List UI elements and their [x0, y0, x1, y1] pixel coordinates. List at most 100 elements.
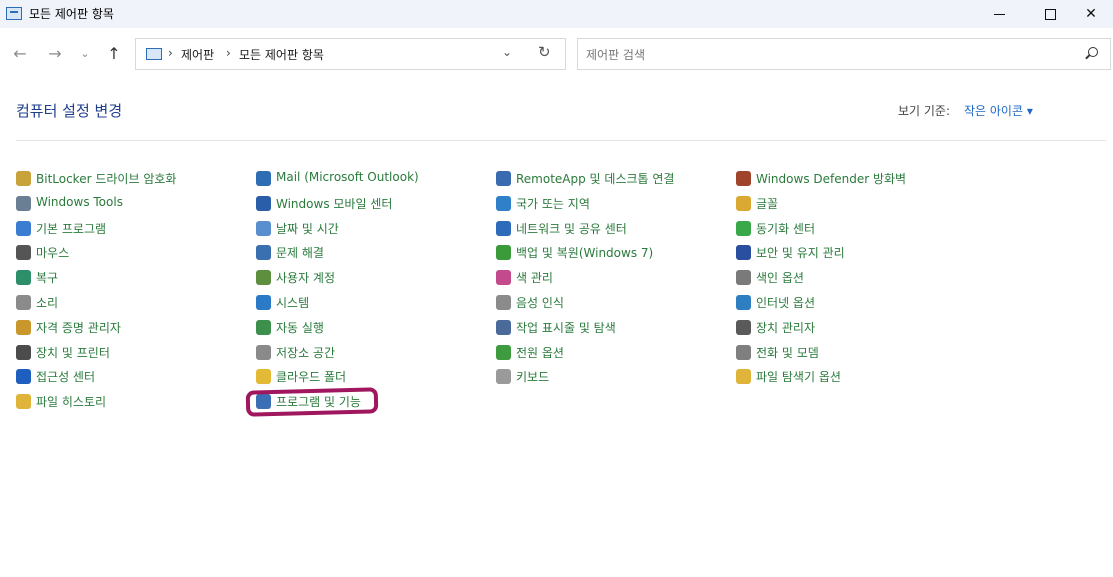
page-title: 컴퓨터 설정 변경: [16, 102, 123, 120]
item-label: Mail (Microsoft Outlook): [276, 170, 419, 184]
recent-locations-button[interactable]: ⌄: [76, 40, 94, 68]
refresh-button[interactable]: ↻: [538, 43, 551, 61]
item-label: 접근성 센터: [36, 370, 96, 385]
power-options-icon: [496, 344, 511, 360]
item-label: 키보드: [516, 370, 550, 385]
recovery-icon: [16, 270, 31, 286]
view-by-label: 보기 기준:: [898, 104, 951, 118]
taskbar-navigation-icon: [496, 319, 511, 335]
highlight-annotation: [245, 387, 379, 417]
search-icon[interactable]: [1088, 47, 1098, 57]
item-label: Windows 모바일 센터: [276, 196, 393, 211]
phone-modem-icon: [736, 344, 751, 360]
devices-printers-icon: [16, 344, 31, 360]
mouse-icon: [16, 245, 31, 261]
up-button[interactable]: ↑: [103, 40, 125, 68]
autoplay-icon: [256, 319, 271, 335]
internet-options-icon: [736, 294, 751, 310]
item-label: 시스템: [276, 295, 310, 310]
breadcrumb-control-panel[interactable]: 제어판: [181, 46, 214, 63]
item-label: BitLocker 드라이브 암호화: [36, 172, 177, 186]
item-label: 복구: [36, 271, 59, 286]
item-label: 인터넷 옵션: [756, 295, 816, 310]
breadcrumb-separator: ›: [168, 46, 173, 60]
sound-icon: [16, 294, 31, 310]
maximize-icon: [1045, 9, 1056, 20]
keyboard-icon: [496, 369, 511, 385]
troubleshooting-icon: [256, 245, 271, 261]
item-label: 자동 실행: [276, 320, 324, 335]
item-label: 백업 및 복원(Windows 7): [516, 246, 654, 261]
item-label: 글꼴: [756, 196, 779, 211]
item-label: 작업 표시줄 및 탐색: [516, 320, 616, 335]
item-label: 장치 관리자: [756, 320, 816, 335]
credential-manager-icon: [16, 319, 31, 335]
header-divider: [16, 140, 1106, 141]
bitlocker-icon: [16, 171, 31, 186]
file-history-icon: [16, 394, 31, 410]
address-dropdown-button[interactable]: ⌄: [502, 45, 512, 59]
title-bar: 모든 제어판 항목 ✕: [0, 0, 1113, 28]
backup-restore-icon: [496, 245, 511, 261]
windows-tools-icon: [16, 195, 31, 211]
address-bar[interactable]: › 제어판 › 모든 제어판 항목 ⌄ ↻: [135, 38, 566, 70]
minimize-button[interactable]: [977, 0, 1023, 28]
item-label: 소리: [36, 295, 59, 310]
item-label: 색인 옵션: [756, 271, 804, 286]
system-icon: [256, 294, 271, 310]
item-label: 날짜 및 시간: [276, 221, 339, 236]
item-label: 전원 옵션: [516, 345, 564, 360]
breadcrumb-all-items[interactable]: 모든 제어판 항목: [239, 46, 324, 63]
sync-center-icon: [736, 220, 751, 236]
item-label: 장치 및 프린터: [36, 345, 110, 360]
storage-spaces-icon: [256, 344, 271, 360]
item-label: 보안 및 유지 관리: [756, 246, 845, 261]
cloud-folder-icon: [256, 369, 271, 385]
item-label: 마우스: [36, 246, 70, 261]
item-label: 국가 또는 지역: [516, 196, 590, 211]
item-label: 동기화 센터: [756, 221, 816, 236]
ease-of-access-icon: [16, 369, 31, 385]
color-management-icon: [496, 270, 511, 286]
mobility-center-icon: [256, 195, 271, 211]
device-manager-icon: [736, 319, 751, 335]
item-label: 클라우드 폴더: [276, 370, 347, 385]
user-accounts-icon: [256, 270, 271, 286]
remoteapp-icon: [496, 171, 511, 186]
item-label: 색 관리: [516, 271, 553, 286]
search-box[interactable]: 제어판 검색: [577, 38, 1111, 70]
control-panel-icon: [146, 48, 162, 60]
security-maintenance-icon: [736, 245, 751, 261]
item-label: 기본 프로그램: [36, 221, 107, 236]
back-button[interactable]: ←: [9, 40, 31, 68]
item-label: 음성 인식: [516, 295, 564, 310]
fonts-icon: [736, 195, 751, 211]
firewall-icon: [736, 171, 751, 186]
file-explorer-options-icon: [736, 369, 751, 385]
breadcrumb-separator: ›: [226, 46, 231, 60]
item-label: 문제 해결: [276, 246, 324, 261]
date-time-icon: [256, 220, 271, 236]
item-label: 파일 히스토리: [36, 395, 107, 410]
window-title: 모든 제어판 항목: [29, 7, 114, 21]
search-input[interactable]: 제어판 검색: [586, 46, 645, 63]
item-label: Windows Defender 방화벽: [756, 172, 907, 186]
item-label: 네트워크 및 공유 센터: [516, 221, 627, 236]
minimize-icon: [994, 14, 1005, 15]
region-icon: [496, 195, 511, 211]
forward-button[interactable]: →: [44, 40, 66, 68]
view-by-dropdown[interactable]: 작은 아이콘 ▾: [964, 102, 1033, 119]
indexing-options-icon: [736, 270, 751, 286]
control-panel-icon: [6, 7, 22, 20]
close-button[interactable]: ✕: [1068, 0, 1113, 28]
item-label: 자격 증명 관리자: [36, 320, 121, 335]
item-label: 사용자 계정: [276, 271, 336, 286]
mail-icon: [256, 171, 271, 186]
item-label: 저장소 공간: [276, 345, 336, 360]
network-sharing-icon: [496, 220, 511, 236]
default-programs-icon: [16, 220, 31, 236]
item-label: 파일 탐색기 옵션: [756, 370, 841, 385]
item-label: 전화 및 모뎀: [756, 345, 819, 360]
item-label: Windows Tools: [36, 194, 123, 209]
speech-recognition-icon: [496, 294, 511, 310]
